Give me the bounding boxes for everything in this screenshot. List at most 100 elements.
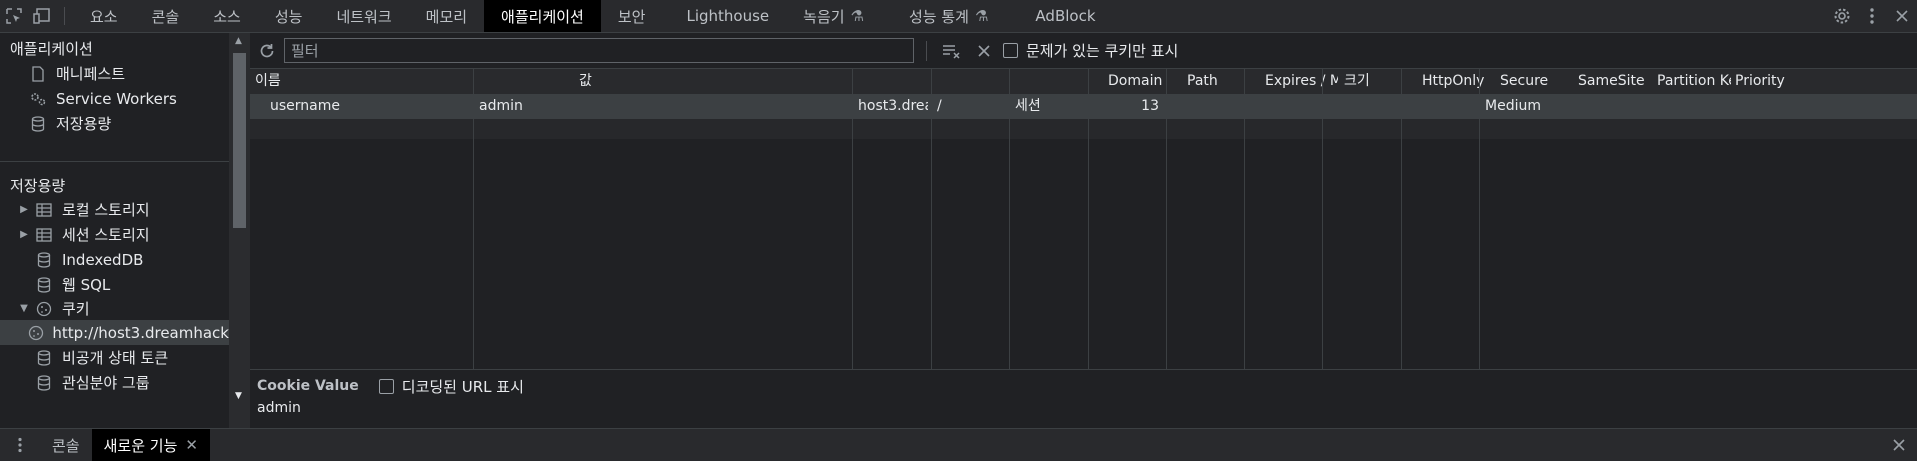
clear-filtered-cookies-icon[interactable]	[939, 43, 965, 59]
sidebar-item-cookie-origin[interactable]: http://host3.dreamhack	[0, 320, 229, 345]
only-issues-label: 문제가 있는 쿠키만 표시	[1026, 42, 1179, 60]
tab-adblock[interactable]: AdBlock	[1005, 0, 1112, 32]
column-header-size[interactable]: 크기	[1339, 69, 1414, 94]
scroll-up-arrow-icon[interactable]: ▲	[235, 36, 242, 46]
sidebar-section-application: 애플리케이션	[10, 36, 93, 61]
column-divider	[1088, 69, 1089, 369]
scrollbar-thumb[interactable]	[233, 53, 246, 228]
tab-security[interactable]: 보안	[601, 0, 663, 32]
tab-lighthouse[interactable]: Lighthouse	[662, 0, 786, 32]
cookie-value-pane: Cookie Value 디코딩된 URL 표시 admin	[250, 369, 1917, 429]
cookie-value-text[interactable]: admin	[257, 400, 301, 416]
table-row[interactable]: username admin host3.drea... / 세션 13 Med…	[250, 94, 1917, 119]
tab-recorder[interactable]: 녹음기 ⚗	[786, 0, 881, 32]
inspect-element-icon[interactable]	[0, 0, 28, 32]
column-header-expires[interactable]: Expires / M...	[1260, 69, 1338, 94]
tab-performance[interactable]: 성능	[258, 0, 320, 32]
sidebar-item-web-sql[interactable]: 웹 SQL	[34, 272, 110, 297]
database-icon	[34, 251, 54, 268]
toolbar-actions	[1810, 0, 1917, 32]
sidebar-item-label: 관심분야 그룹	[62, 374, 150, 392]
sidebar-divider	[0, 161, 229, 162]
database-icon	[34, 374, 54, 391]
cell-value: admin	[479, 98, 523, 114]
drawer-menu-icon[interactable]	[0, 429, 40, 461]
cookies-filter-bar: 문제가 있는 쿠키만 표시	[250, 33, 1917, 69]
sidebar-item-service-workers[interactable]: Service Workers	[28, 86, 177, 111]
show-decoded-url-checkbox[interactable]	[378, 378, 394, 394]
tab-elements[interactable]: 요소	[73, 0, 135, 32]
tab-application[interactable]: 애플리케이션	[484, 0, 601, 32]
column-divider	[852, 69, 853, 369]
sidebar-vertical-scrollbar[interactable]: ▲ ▼	[229, 33, 250, 428]
database-icon	[34, 349, 54, 366]
flask-icon: ⚗	[850, 7, 864, 25]
cookies-panel: 문제가 있는 쿠키만 표시 이름 값 Domain Path Expires /…	[250, 33, 1917, 428]
column-header-partition-key[interactable]: Partition Key	[1652, 69, 1731, 94]
filter-input[interactable]	[284, 38, 914, 63]
column-divider	[1322, 69, 1323, 369]
tab-network[interactable]: 네트워크	[319, 0, 408, 32]
sidebar-item-manifest[interactable]: 매니페스트	[28, 61, 125, 86]
close-tab-icon[interactable]: ✕	[185, 436, 198, 454]
column-header-path[interactable]: Path	[1182, 69, 1257, 94]
sidebar-item-label: http://host3.dreamhack	[52, 323, 229, 342]
settings-gear-icon[interactable]	[1827, 7, 1857, 25]
drawer-tab-console[interactable]: 콘솔	[40, 429, 92, 461]
sidebar-item-session-storage[interactable]: ▶ 세션 스토리지	[18, 222, 150, 247]
tab-label: 콘솔	[151, 7, 180, 26]
tab-label: 성능 통계	[909, 7, 969, 26]
column-header-priority[interactable]: Priority	[1730, 69, 1815, 94]
cookie-icon	[34, 301, 54, 317]
database-icon	[34, 276, 54, 293]
column-header-secure[interactable]: Secure	[1495, 69, 1570, 94]
tab-memory[interactable]: 메모리	[409, 0, 484, 32]
more-options-icon[interactable]	[1857, 7, 1887, 25]
tab-sources[interactable]: 소스	[196, 0, 258, 32]
sidebar-item-storage[interactable]: 저장용량	[28, 111, 111, 136]
sidebar-section-storage: 저장용량	[10, 173, 65, 198]
delete-cookie-icon[interactable]	[971, 44, 997, 58]
sidebar-item-interest-groups[interactable]: 관심분야 그룹	[34, 370, 150, 395]
device-toolbar-icon[interactable]	[28, 0, 56, 32]
gears-icon	[28, 91, 48, 107]
scroll-down-arrow-icon[interactable]: ▼	[235, 391, 242, 401]
sidebar-item-private-state-tokens[interactable]: 비공개 상태 토큰	[34, 345, 168, 370]
show-decoded-url-label: 디코딩된 URL 표시	[401, 377, 524, 396]
application-sidebar: 애플리케이션 매니페스트 Service Workers 저장용량 저장용량 ▶…	[0, 33, 230, 428]
column-divider	[1009, 69, 1010, 369]
tab-label: 메모리	[425, 7, 468, 26]
sidebar-item-label: 로컬 스토리지	[62, 201, 150, 219]
cell-size: 13	[1141, 98, 1159, 114]
sidebar-item-local-storage[interactable]: ▶ 로컬 스토리지	[18, 197, 150, 222]
tab-performance-insights[interactable]: 성능 통계 ⚗	[881, 0, 1005, 32]
tab-label: 네트워크	[336, 7, 392, 26]
sidebar-item-label: 세션 스토리지	[62, 226, 150, 244]
sidebar-item-label: 저장용량	[56, 115, 112, 133]
toolbar-divider	[64, 7, 65, 25]
table-header: 이름 값 Domain Path Expires / M... 크기 HttpO…	[250, 69, 1917, 95]
tab-console[interactable]: 콘솔	[135, 0, 197, 32]
close-devtools-icon[interactable]	[1887, 9, 1917, 23]
column-header-samesite[interactable]: SameSite	[1573, 69, 1648, 94]
only-issues-checkbox[interactable]	[1003, 43, 1018, 58]
column-divider	[1401, 69, 1402, 369]
column-header-name[interactable]: 이름	[250, 69, 577, 94]
close-drawer-icon[interactable]	[1881, 429, 1917, 461]
column-header-httponly[interactable]: HttpOnly	[1417, 69, 1492, 94]
expand-arrow-icon[interactable]: ▶	[18, 229, 30, 240]
column-divider	[473, 69, 474, 369]
drawer-tab-whats-new[interactable]: 새로운 기능 ✕	[91, 429, 210, 461]
tab-label: 소스	[213, 7, 241, 26]
refresh-icon[interactable]	[250, 42, 284, 60]
devtools-toolbar: 요소 콘솔 소스 성능 네트워크 메모리 애플리케이션 보안 Lighthous…	[0, 0, 1917, 33]
sidebar-item-indexeddb[interactable]: IndexedDB	[34, 247, 143, 272]
cookie-icon	[28, 325, 44, 341]
expand-arrow-icon[interactable]: ▶	[18, 204, 30, 215]
column-header-value[interactable]: 값	[574, 69, 951, 94]
sidebar-item-cookies[interactable]: ▼ 쿠키	[18, 296, 89, 321]
tab-label: 녹음기	[803, 7, 845, 26]
collapse-arrow-icon[interactable]: ▼	[18, 303, 30, 314]
tab-label: 요소	[90, 7, 118, 26]
cookie-value-header: Cookie Value 디코딩된 URL 표시	[257, 374, 524, 398]
